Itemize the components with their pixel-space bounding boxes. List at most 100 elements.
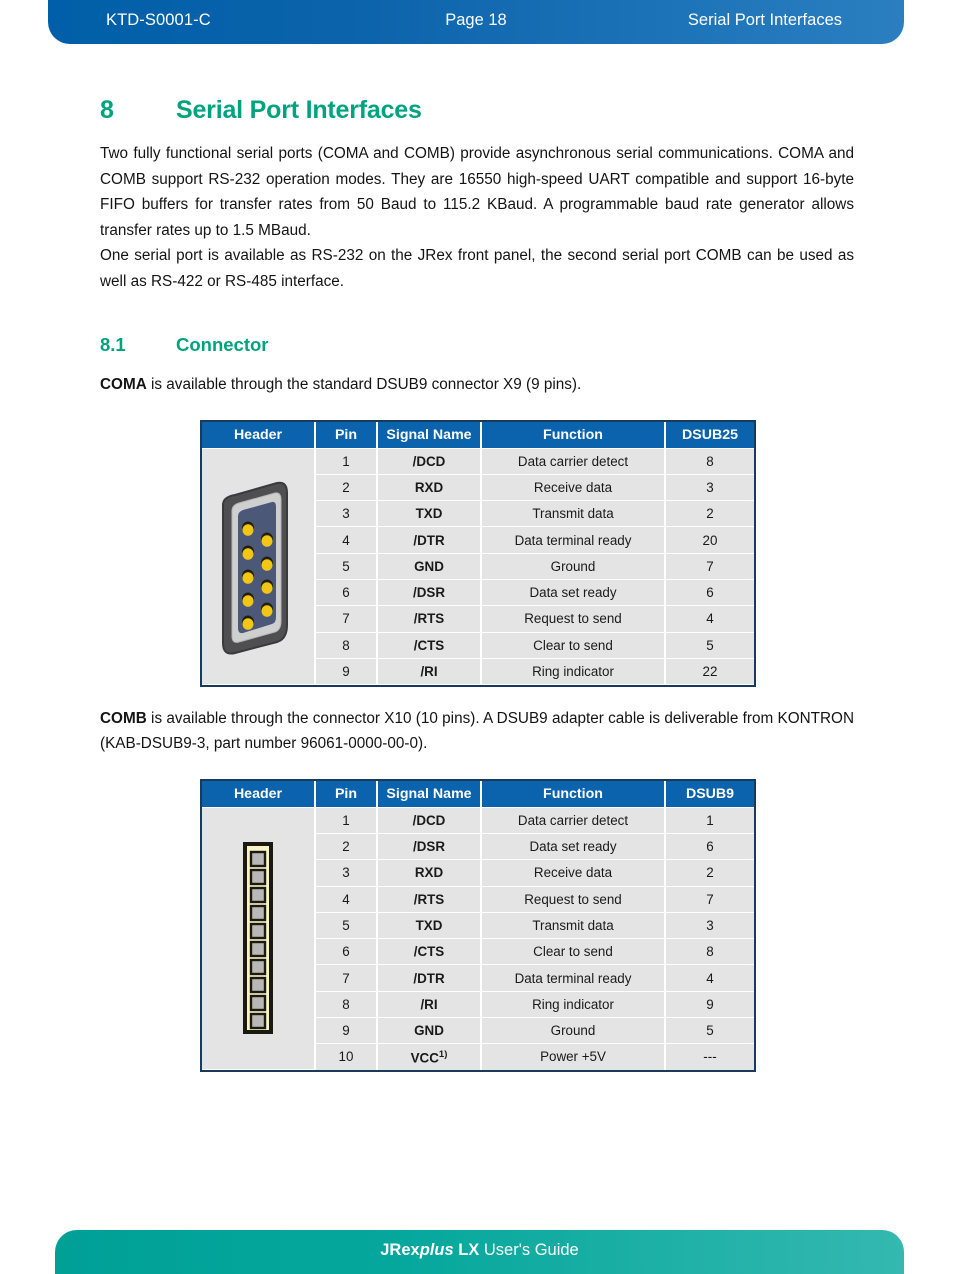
cell-dsub: 7 bbox=[665, 886, 754, 913]
cell-function: Data set ready bbox=[481, 579, 666, 607]
cell-pin: 2 bbox=[315, 474, 378, 502]
cell-dsub: 5 bbox=[665, 632, 754, 659]
coma-paragraph: COMA is available through the standard D… bbox=[100, 372, 854, 398]
cell-function: Ring indicator bbox=[481, 658, 666, 685]
cell-pin: 6 bbox=[315, 579, 378, 607]
page-content: 8 Serial Port Interfaces Two fully functi… bbox=[100, 96, 854, 1073]
footer-guide-title: JRexplus LX User's Guide bbox=[55, 1241, 904, 1260]
cell-signal: /DTR bbox=[377, 526, 482, 554]
column-header-pin: Pin bbox=[315, 421, 378, 449]
cell-signal-vcc: VCC1) bbox=[377, 1043, 482, 1070]
cell-pin: 10 bbox=[315, 1043, 378, 1070]
coma-table-body: 1 /DCD Data carrier detect 8 2 RXD Recei… bbox=[202, 448, 754, 685]
cell-function: Clear to send bbox=[481, 938, 666, 966]
footer-brand-lx: LX bbox=[453, 1241, 480, 1259]
coma-label: COMA bbox=[100, 376, 147, 393]
page-header-bar: KTD-S0001-C Page 18 Serial Port Interfac… bbox=[48, 0, 904, 44]
cell-signal: /RTS bbox=[377, 886, 482, 913]
cell-function: Ring indicator bbox=[481, 991, 666, 1019]
cell-function: Power +5V bbox=[481, 1043, 666, 1070]
cell-pin: 4 bbox=[315, 526, 378, 554]
cell-function: Request to send bbox=[481, 605, 666, 633]
cell-dsub: --- bbox=[665, 1043, 754, 1070]
cell-signal: RXD bbox=[377, 859, 482, 887]
cell-dsub: 1 bbox=[665, 807, 754, 834]
column-header-pin: Pin bbox=[315, 780, 378, 808]
column-header-header: Header bbox=[202, 421, 316, 449]
cell-signal: TXD bbox=[377, 912, 482, 940]
column-header-function: Function bbox=[481, 780, 666, 808]
cell-function: Clear to send bbox=[481, 632, 666, 659]
cell-pin: 1 bbox=[315, 807, 378, 834]
pin-header-10-cell bbox=[202, 807, 316, 1071]
cell-signal: /RTS bbox=[377, 605, 482, 633]
subsection-title-text: Connector bbox=[176, 334, 269, 355]
cell-signal: /CTS bbox=[377, 938, 482, 966]
coma-pinout-table: Header Pin Signal Name Function DSUB25 1… bbox=[202, 421, 754, 685]
cell-signal: /RI bbox=[377, 658, 482, 685]
cell-pin: 9 bbox=[315, 1017, 378, 1045]
header-section-name: Serial Port Interfaces bbox=[687, 11, 842, 29]
cell-pin: 8 bbox=[315, 632, 378, 659]
page-footer-bar: JRexplus LX User's Guide bbox=[55, 1230, 904, 1274]
column-header-function: Function bbox=[481, 421, 666, 449]
intro-paragraph-1: Two fully functional serial ports (COMA … bbox=[100, 145, 854, 239]
cell-signal: GND bbox=[377, 553, 482, 580]
subsection-heading: 8.1 Connector bbox=[100, 334, 854, 356]
cell-signal: /DCD bbox=[377, 807, 482, 834]
cell-function: Transmit data bbox=[481, 500, 666, 528]
table-row: 1 /DCD Data carrier detect 1 bbox=[202, 807, 754, 1071]
cell-pin: 3 bbox=[315, 500, 378, 528]
cell-signal: GND bbox=[377, 1017, 482, 1045]
column-header-signal-name: Signal Name bbox=[377, 780, 482, 808]
cell-dsub: 8 bbox=[665, 938, 754, 966]
cell-function: Data carrier detect bbox=[481, 807, 666, 834]
cell-signal-text: VCC bbox=[410, 1050, 439, 1066]
footnote-marker: 1) bbox=[438, 1048, 448, 1060]
cell-dsub: 9 bbox=[665, 991, 754, 1019]
section-heading: 8 Serial Port Interfaces bbox=[100, 96, 854, 125]
cell-dsub: 6 bbox=[665, 833, 754, 861]
cell-dsub: 7 bbox=[665, 553, 754, 580]
cell-pin: 7 bbox=[315, 964, 378, 992]
intro-paragraph-2: One serial port is available as RS-232 o… bbox=[100, 247, 854, 290]
cell-dsub: 8 bbox=[665, 448, 754, 475]
cell-pin: 1 bbox=[315, 448, 378, 475]
cell-pin: 9 bbox=[315, 658, 378, 685]
cell-signal: RXD bbox=[377, 474, 482, 502]
pin-header-10-icon bbox=[243, 842, 273, 1035]
table-row: 1 /DCD Data carrier detect 8 bbox=[202, 448, 754, 685]
cell-dsub: 5 bbox=[665, 1017, 754, 1045]
cell-dsub: 4 bbox=[665, 605, 754, 633]
cell-pin: 5 bbox=[315, 553, 378, 580]
cell-pin: 6 bbox=[315, 938, 378, 966]
cell-pin: 4 bbox=[315, 886, 378, 913]
cell-dsub: 6 bbox=[665, 579, 754, 607]
section-title-text: Serial Port Interfaces bbox=[176, 96, 422, 124]
cell-function: Ground bbox=[481, 553, 666, 580]
cell-dsub: 20 bbox=[665, 526, 754, 554]
comb-description: is available through the connector X10 (… bbox=[100, 709, 854, 753]
cell-function: Ground bbox=[481, 1017, 666, 1045]
comb-pinout-table-wrapper: Header Pin Signal Name Function DSUB9 1 … bbox=[200, 778, 756, 1073]
cell-function: Data terminal ready bbox=[481, 526, 666, 554]
comb-pinout-table: Header Pin Signal Name Function DSUB9 1 … bbox=[202, 780, 754, 1071]
column-header-signal-name: Signal Name bbox=[377, 421, 482, 449]
comb-paragraph: COMB is available through the connector … bbox=[100, 706, 854, 757]
comb-table-body: 1 /DCD Data carrier detect 1 2 /DSR Data… bbox=[202, 807, 754, 1071]
cell-dsub: 22 bbox=[665, 658, 754, 685]
cell-dsub: 3 bbox=[665, 912, 754, 940]
footer-brand-plus: plus bbox=[419, 1241, 454, 1259]
cell-pin: 2 bbox=[315, 833, 378, 861]
cell-signal: /DSR bbox=[377, 833, 482, 861]
subsection-number: 8.1 bbox=[100, 334, 126, 355]
dsub9-connector-icon bbox=[222, 481, 288, 655]
cell-signal: TXD bbox=[377, 500, 482, 528]
coma-pinout-table-wrapper: Header Pin Signal Name Function DSUB25 1… bbox=[200, 419, 756, 687]
column-header-dsub9: DSUB9 bbox=[665, 780, 754, 808]
cell-pin: 3 bbox=[315, 859, 378, 887]
cell-function: Receive data bbox=[481, 474, 666, 502]
footer-guide-suffix: User's Guide bbox=[479, 1241, 579, 1259]
cell-function: Data terminal ready bbox=[481, 964, 666, 992]
column-header-dsub25: DSUB25 bbox=[665, 421, 754, 449]
